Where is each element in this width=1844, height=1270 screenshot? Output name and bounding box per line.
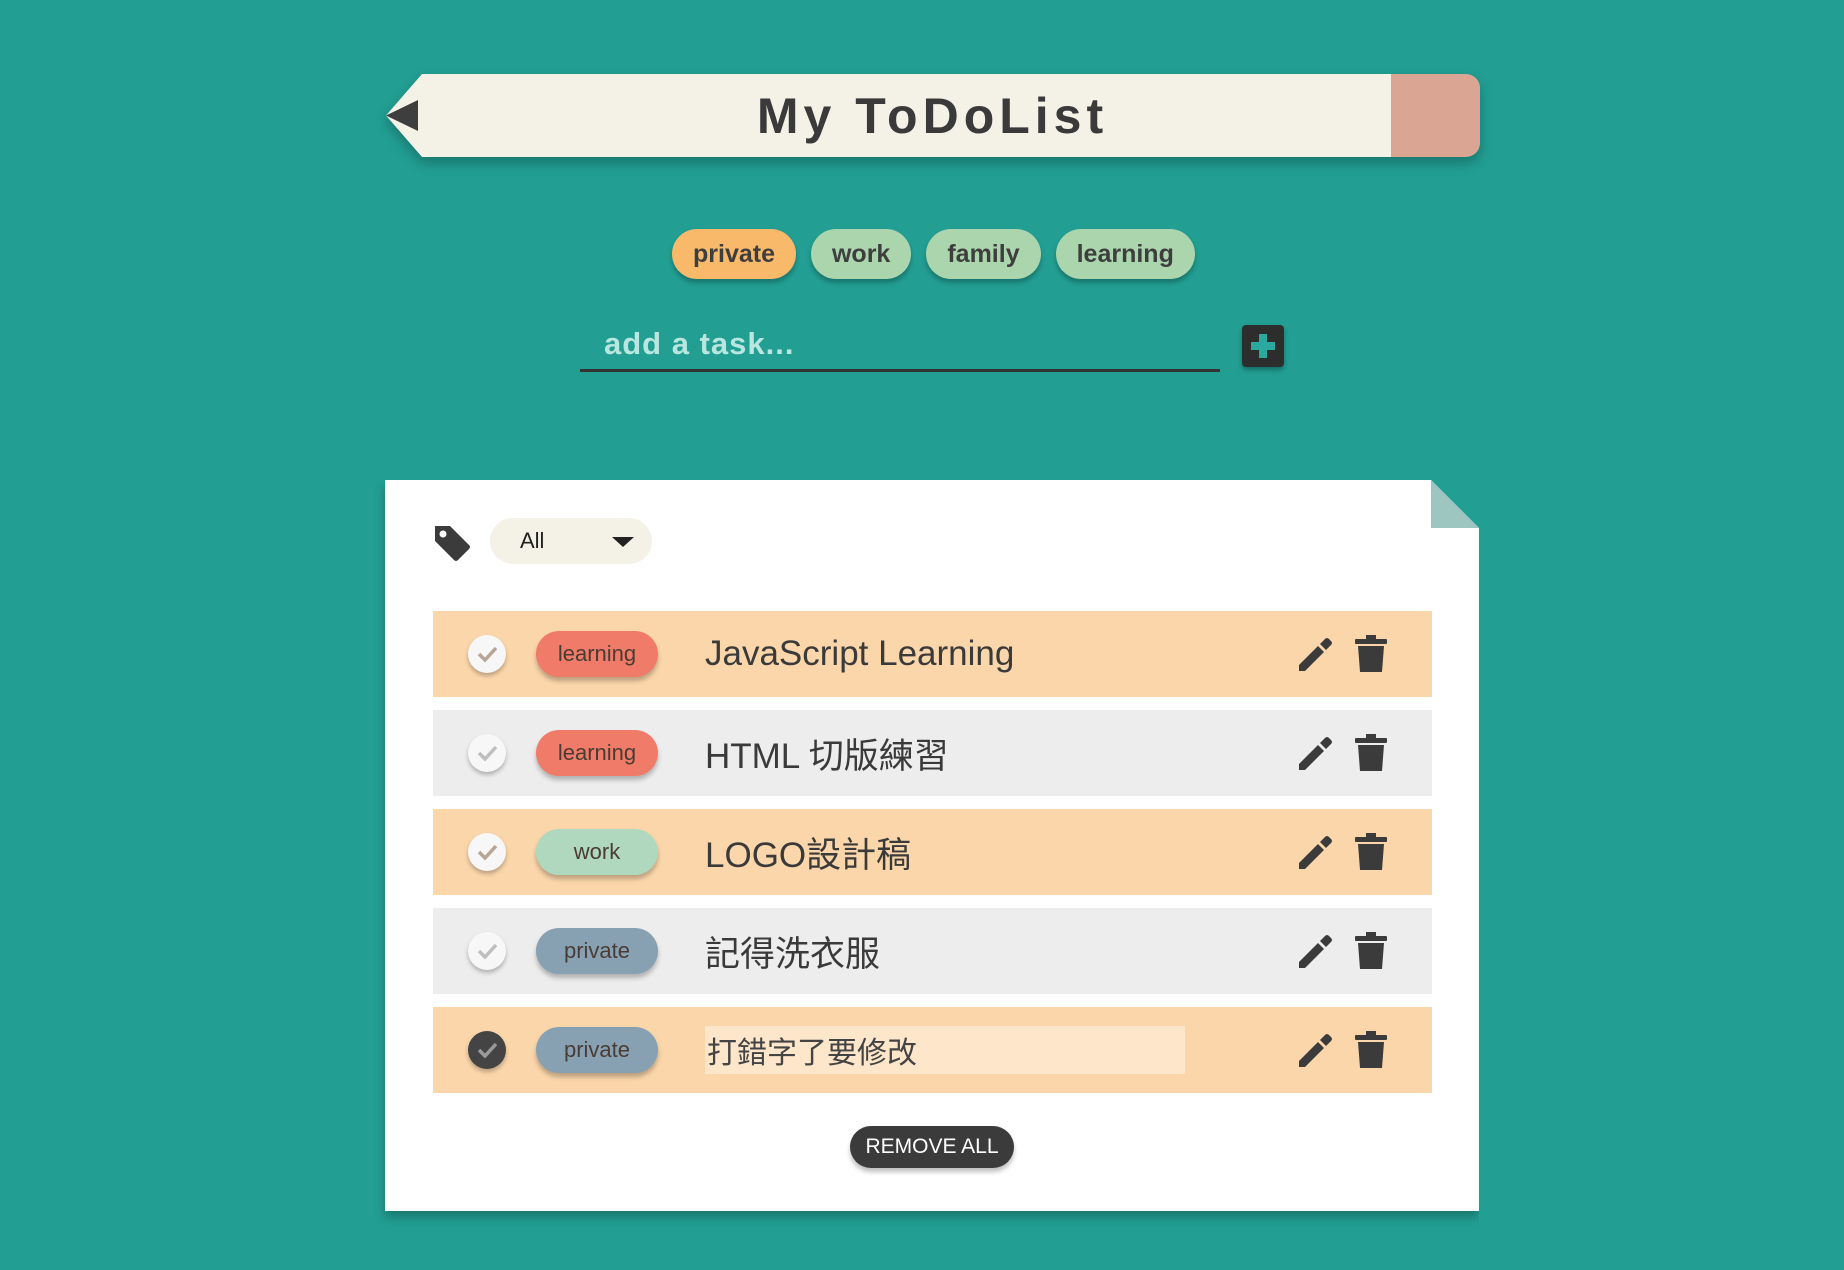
category-chips: private work family learning	[672, 229, 1195, 279]
tag-icon	[435, 526, 470, 561]
task-tag: learning	[536, 730, 658, 776]
plus-icon	[1251, 334, 1275, 358]
chevron-down-icon	[612, 537, 634, 547]
task-checkbox[interactable]	[468, 833, 506, 871]
trash-icon[interactable]	[1355, 833, 1387, 871]
check-icon	[477, 844, 498, 861]
category-chip-work[interactable]: work	[810, 229, 912, 279]
check-icon	[477, 745, 498, 762]
category-chip-family[interactable]: family	[926, 229, 1041, 279]
pencil-eraser	[1391, 74, 1480, 157]
category-filter-select[interactable]: All	[490, 518, 652, 564]
trash-icon[interactable]	[1355, 734, 1387, 772]
task-edit-input[interactable]	[705, 1026, 1185, 1074]
category-chip-learning[interactable]: learning	[1055, 229, 1195, 279]
trash-icon[interactable]	[1355, 932, 1387, 970]
task-row: work LOGO設計稿	[433, 809, 1432, 895]
add-task-input[interactable]	[580, 318, 1220, 372]
edit-icon[interactable]	[1295, 932, 1335, 972]
check-icon	[477, 943, 498, 960]
trash-icon[interactable]	[1355, 1031, 1387, 1069]
add-task-button[interactable]	[1242, 325, 1284, 367]
task-checkbox[interactable]	[468, 932, 506, 970]
task-tag: private	[536, 1027, 658, 1073]
remove-all-button[interactable]: REMOVE ALL	[850, 1126, 1014, 1168]
edit-icon[interactable]	[1295, 635, 1335, 675]
task-text: JavaScript Learning	[705, 634, 1015, 673]
edit-icon[interactable]	[1295, 833, 1335, 873]
task-row: learning JavaScript Learning	[433, 611, 1432, 697]
task-row: learning HTML 切版練習	[433, 710, 1432, 796]
task-text: LOGO設計稿	[705, 835, 912, 875]
task-checkbox[interactable]	[468, 635, 506, 673]
task-row: private	[433, 1007, 1432, 1093]
check-icon	[477, 646, 498, 663]
check-icon	[477, 1042, 498, 1059]
page-title: My ToDoList	[464, 74, 1401, 157]
task-text: HTML 切版練習	[705, 736, 949, 776]
card-corner-fold	[1431, 480, 1479, 528]
task-row: private 記得洗衣服	[433, 908, 1432, 994]
filter-selected-value: All	[520, 528, 545, 553]
trash-icon[interactable]	[1355, 635, 1387, 673]
edit-icon[interactable]	[1295, 1031, 1335, 1071]
task-tag: private	[536, 928, 658, 974]
header-pencil: My ToDoList	[386, 74, 1480, 157]
task-checkbox[interactable]	[468, 734, 506, 772]
task-tag: learning	[536, 631, 658, 677]
task-checkbox[interactable]	[468, 1031, 506, 1069]
edit-icon[interactable]	[1295, 734, 1335, 774]
task-tag: work	[536, 829, 658, 875]
category-chip-private[interactable]: private	[672, 229, 796, 279]
task-text: 記得洗衣服	[705, 934, 881, 974]
